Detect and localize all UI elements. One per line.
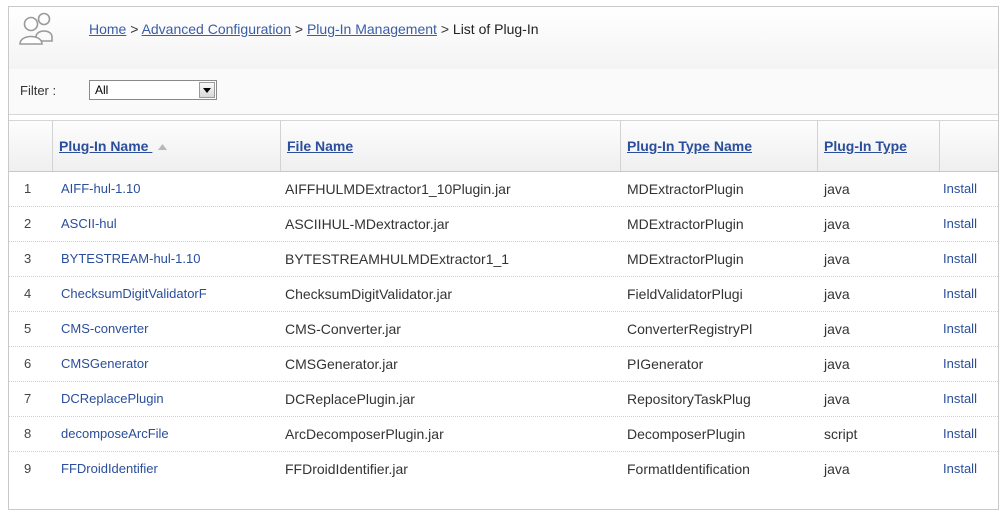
plugin-name-link[interactable]: CMSGenerator: [53, 347, 281, 381]
file-name-cell: AIFFHULMDExtractor1_10Plugin.jar: [285, 181, 511, 197]
plugin-type-cell: java: [824, 391, 850, 407]
install-link[interactable]: Install: [940, 242, 998, 276]
plugin-type-name-cell: MDExtractorPlugin: [627, 216, 744, 232]
plugin-type-cell: script: [824, 426, 858, 442]
plugin-type-name-cell: FieldValidatorPlugi: [627, 286, 743, 302]
plugin-type-cell: java: [824, 216, 850, 232]
row-index: 7: [24, 391, 32, 406]
column-header-plugin-type-name[interactable]: Plug-In Type Name: [621, 121, 818, 171]
plugin-type-name-cell: RepositoryTaskPlug: [627, 391, 751, 407]
main-panel: Home > Advanced Configuration > Plug-In …: [8, 6, 999, 510]
breadcrumb-advanced-configuration-link[interactable]: Advanced Configuration: [142, 21, 291, 37]
install-link[interactable]: Install: [940, 417, 998, 451]
file-name-cell: CMSGenerator.jar: [285, 356, 398, 372]
filter-select[interactable]: All: [89, 80, 217, 100]
table-row: 8 decomposeArcFile ArcDecomposerPlugin.j…: [9, 417, 998, 452]
column-header-label: Plug-In Name: [59, 138, 149, 154]
plugin-name-link[interactable]: DCReplacePlugin: [53, 382, 281, 416]
install-link[interactable]: Install: [940, 452, 998, 486]
file-name-cell: BYTESTREAMHULMDExtractor1_1: [285, 251, 510, 267]
plugin-type-cell: java: [824, 321, 850, 337]
column-header-label: File Name: [287, 138, 354, 154]
plugin-type-cell: java: [824, 461, 850, 477]
breadcrumb-home-link[interactable]: Home: [89, 21, 126, 37]
filter-bar: Filter : All: [9, 69, 998, 115]
plugin-name-link[interactable]: AIFF-hul-1.10: [53, 172, 281, 206]
row-index: 8: [24, 426, 32, 441]
breadcrumb-plugin-management-link[interactable]: Plug-In Management: [307, 21, 437, 37]
file-name-cell: DCReplacePlugin.jar: [285, 391, 415, 407]
breadcrumb-current: List of Plug-In: [452, 21, 539, 37]
plugin-type-name-cell: MDExtractorPlugin: [627, 251, 744, 267]
file-name-cell: ChecksumDigitValidator.jar: [285, 286, 453, 302]
table-row: 5 CMS-converter CMS-Converter.jar Conver…: [9, 312, 998, 347]
plugin-type-cell: java: [824, 356, 850, 372]
page-header: Home > Advanced Configuration > Plug-In …: [9, 7, 998, 70]
users-icon: [19, 12, 53, 45]
plugin-name-link[interactable]: decomposeArcFile: [53, 417, 281, 451]
plugin-type-cell: java: [824, 251, 850, 267]
dropdown-arrow-icon[interactable]: [199, 82, 215, 98]
table-row: 4 ChecksumDigitValidatorF ChecksumDigitV…: [9, 277, 998, 312]
plugin-type-name-cell: MDExtractorPlugin: [627, 181, 744, 197]
breadcrumb: Home > Advanced Configuration > Plug-In …: [89, 21, 539, 37]
table-row: 7 DCReplacePlugin DCReplacePlugin.jar Re…: [9, 382, 998, 417]
column-header-plugin-type[interactable]: Plug-In Type: [818, 121, 940, 171]
row-index: 5: [24, 321, 32, 336]
column-header-file-name[interactable]: File Name: [281, 121, 621, 171]
column-header-label: Plug-In Type Name: [627, 138, 752, 154]
plugin-table: Plug-In Name File Name Plug-In Type Name…: [9, 120, 998, 486]
table-row: 3 BYTESTREAM-hul-1.10 BYTESTREAMHULMDExt…: [9, 242, 998, 277]
plugin-type-name-cell: DecomposerPlugin: [627, 426, 746, 442]
plugin-name-link[interactable]: BYTESTREAM-hul-1.10: [53, 242, 281, 276]
plugin-name-link[interactable]: ChecksumDigitValidatorF: [53, 277, 281, 311]
column-header-plugin-name[interactable]: Plug-In Name: [53, 121, 281, 171]
file-name-cell: CMS-Converter.jar: [285, 321, 401, 337]
plugin-type-name-cell: ConverterRegistryPl: [627, 321, 753, 337]
row-index: 3: [24, 251, 32, 266]
column-header-actions: [940, 121, 998, 171]
table-row: 1 AIFF-hul-1.10 AIFFHULMDExtractor1_10Pl…: [9, 172, 998, 207]
row-index: 6: [24, 356, 32, 371]
install-link[interactable]: Install: [940, 172, 998, 206]
column-header-label: Plug-In Type: [824, 138, 907, 154]
file-name-cell: ASCIIHUL-MDextractor.jar: [285, 216, 450, 232]
table-row: 9 FFDroidIdentifier FFDroidIdentifier.ja…: [9, 452, 998, 486]
install-link[interactable]: Install: [940, 207, 998, 241]
install-link[interactable]: Install: [940, 382, 998, 416]
plugin-name-link[interactable]: ASCII-hul: [53, 207, 281, 241]
file-name-cell: FFDroidIdentifier.jar: [285, 461, 408, 477]
breadcrumb-separator: >: [130, 21, 139, 37]
breadcrumb-separator: >: [440, 21, 450, 37]
plugin-type-name-cell: PIGenerator: [627, 356, 704, 372]
table-row: 2 ASCII-hul ASCIIHUL-MDextractor.jar MDE…: [9, 207, 998, 242]
install-link[interactable]: Install: [940, 347, 998, 381]
filter-label: Filter :: [20, 83, 57, 98]
row-index: 1: [24, 181, 32, 196]
plugin-type-cell: java: [824, 181, 850, 197]
row-index: 4: [24, 286, 32, 301]
file-name-cell: ArcDecomposerPlugin.jar: [285, 426, 444, 442]
sort-ascending-icon: [158, 144, 168, 151]
plugin-name-link[interactable]: CMS-converter: [53, 312, 281, 346]
filter-selected-value: All: [95, 83, 109, 97]
row-index: 9: [24, 461, 32, 476]
plugin-type-name-cell: FormatIdentification: [627, 461, 750, 477]
column-header-index: [9, 121, 53, 171]
row-index: 2: [24, 216, 32, 231]
table-body: 1 AIFF-hul-1.10 AIFFHULMDExtractor1_10Pl…: [9, 172, 998, 486]
install-link[interactable]: Install: [940, 312, 998, 346]
table-header: Plug-In Name File Name Plug-In Type Name…: [9, 120, 998, 172]
plugin-type-cell: java: [824, 286, 850, 302]
breadcrumb-separator: >: [294, 21, 304, 37]
table-row: 6 CMSGenerator CMSGenerator.jar PIGenera…: [9, 347, 998, 382]
plugin-name-link[interactable]: FFDroidIdentifier: [53, 452, 281, 486]
install-link[interactable]: Install: [940, 277, 998, 311]
